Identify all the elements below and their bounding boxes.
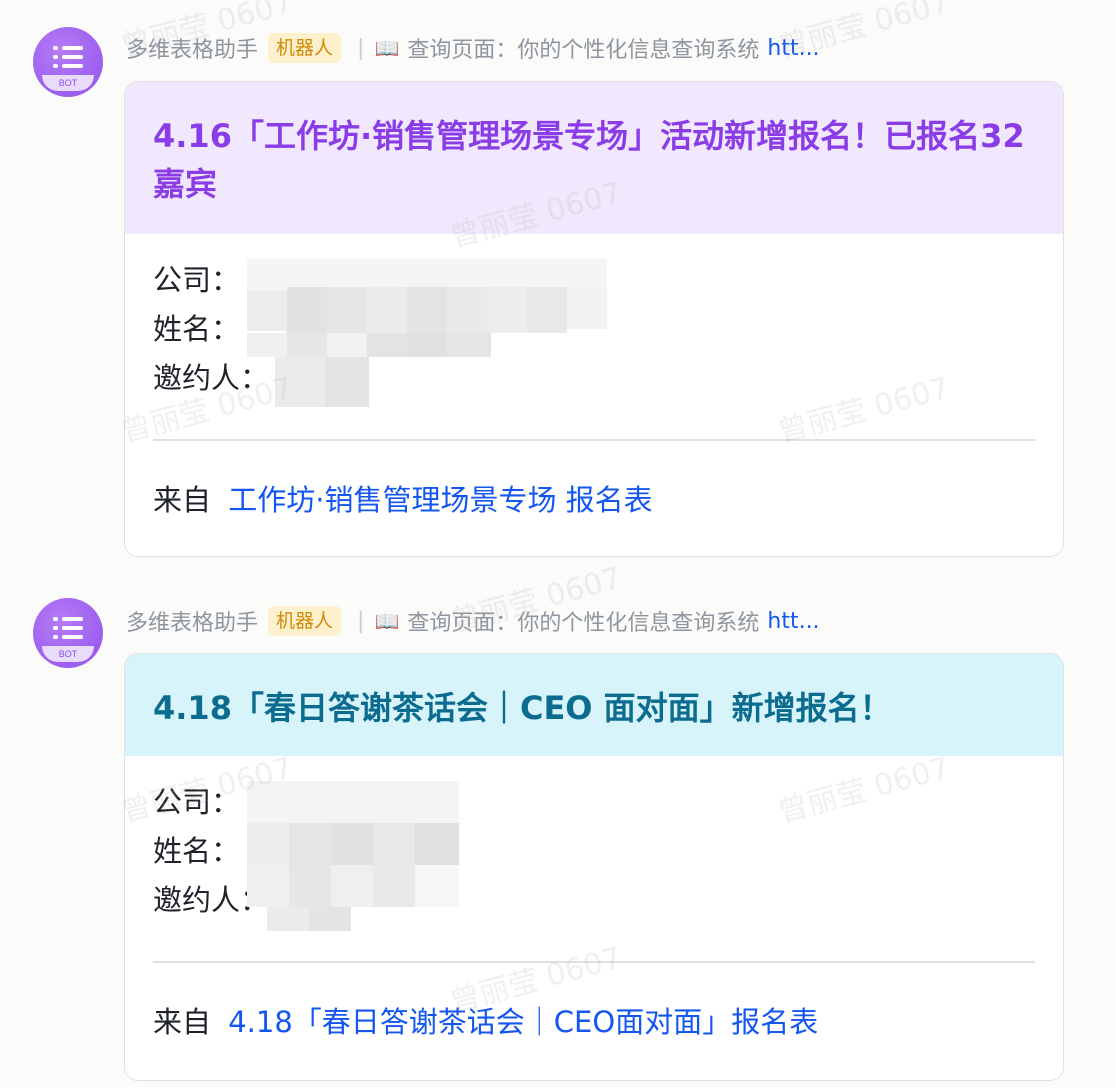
footer-prefix: 来自 [153,483,212,517]
query-page-label: 查询页面：你的个性化信息查询系统 [407,38,760,63]
card-footer: 来自 工作坊·销售管理场景专场 报名表 [153,441,1035,549]
form-source-link[interactable]: 工作坊·销售管理场景专场 报名表 [228,483,652,517]
bot-tag: BOT [42,646,94,662]
message-meta: 多维表格助手 机器人 | 📖 查询页面：你的个性化信息查询系统 htt... [126,30,820,66]
bot-badge: 机器人 [268,606,342,636]
card-title: 4.16「工作坊·销售管理场景专场」活动新增报名！已报名32嘉宾 [153,117,1025,203]
card-body: 公司： 姓名： 邀约人： 来自 4.18「春日答谢茶话会｜CEO面对面」报名表 [125,756,1063,1071]
card-header: 4.18「春日答谢茶话会｜CEO 面对面」新增报名！ [125,654,1063,756]
bot-avatar[interactable]: BOT [33,27,103,97]
form-source-link[interactable]: 4.18「春日答谢茶话会｜CEO面对面」报名表 [228,1005,818,1039]
query-page-link[interactable]: htt... [767,36,819,61]
message-card: 4.18「春日答谢茶话会｜CEO 面对面」新增报名！ 公司： 姓名： 邀约人： [124,653,1064,1081]
bot-avatar[interactable]: BOT [33,598,103,668]
bot-tag: BOT [42,75,94,91]
card-body: 公司： 姓名： 邀约人： 来自 工作坊·销售管理场景专场 报名表 [125,234,1063,549]
book-icon: 📖 [374,609,400,633]
table-list-icon [53,44,83,70]
book-icon: 📖 [374,36,400,60]
card-footer: 来自 4.18「春日答谢茶话会｜CEO面对面」报名表 [153,963,1035,1071]
card-header: 4.16「工作坊·销售管理场景专场」活动新增报名！已报名32嘉宾 [125,82,1063,234]
sender-name[interactable]: 多维表格助手 [126,605,258,637]
query-page-link[interactable]: htt... [767,609,819,634]
sender-name[interactable]: 多维表格助手 [126,32,258,64]
redacted-blur [247,781,459,931]
bot-badge: 机器人 [268,33,342,63]
footer-prefix: 来自 [153,1005,212,1039]
meta-separator: | [357,608,365,634]
query-page-label: 查询页面：你的个性化信息查询系统 [407,611,760,636]
redacted-blur [247,259,607,407]
message-card: 4.16「工作坊·销售管理场景专场」活动新增报名！已报名32嘉宾 公司： 姓名：… [124,81,1064,557]
table-list-icon [53,615,83,641]
meta-separator: | [357,35,365,61]
message-meta: 多维表格助手 机器人 | 📖 查询页面：你的个性化信息查询系统 htt... [126,603,820,639]
card-title: 4.18「春日答谢茶话会｜CEO 面对面」新增报名！ [153,689,892,727]
